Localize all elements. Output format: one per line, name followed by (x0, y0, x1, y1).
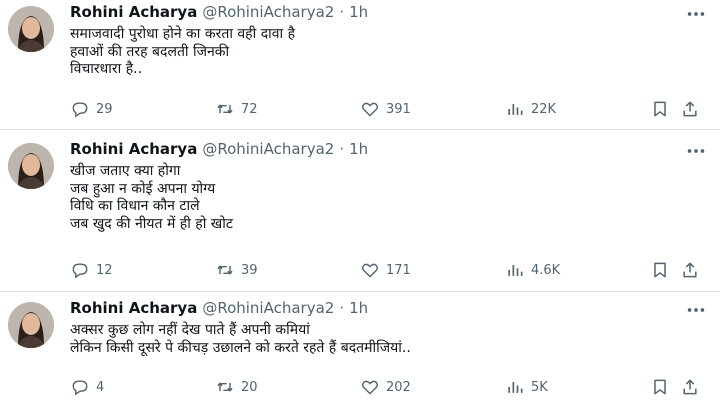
share-button[interactable] (680, 374, 700, 400)
author-name[interactable]: Rohini Acharya (70, 140, 197, 158)
tweet-text-line: जब हुआ न कोई अपना योग्य (70, 180, 216, 197)
separator-dot: · (339, 299, 345, 317)
views-icon (508, 104, 523, 115)
like-icon (362, 263, 378, 278)
retweet-button[interactable]: 20 (215, 374, 258, 400)
author-handle[interactable]: @RohiniAcharya2 (202, 140, 334, 158)
reply-button[interactable]: 29 (70, 96, 113, 122)
views-count: 5K (531, 379, 548, 395)
timestamp[interactable]: 1h (349, 140, 368, 158)
bookmark-icon (654, 101, 666, 117)
more-options-button[interactable] (682, 299, 710, 321)
tweet-actions: 4 20 202 5K (70, 374, 720, 400)
tweet-actions: 29 72 391 22K (70, 96, 720, 122)
avatar[interactable] (8, 302, 54, 348)
retweet-count: 72 (241, 101, 258, 117)
tweet[interactable]: Rohini Acharya @RohiniAcharya2 · 1h अक्स… (0, 296, 720, 404)
separator-dot: · (339, 3, 345, 21)
views-button[interactable]: 22K (505, 96, 556, 122)
reply-icon (72, 380, 88, 396)
like-count: 391 (386, 101, 411, 117)
bookmark-button[interactable] (650, 257, 670, 283)
timestamp[interactable]: 1h (349, 3, 368, 21)
bookmark-button[interactable] (650, 374, 670, 400)
reply-count: 4 (96, 379, 105, 395)
reply-icon (72, 102, 88, 118)
tweet[interactable]: Rohini Acharya @RohiniAcharya2 · 1h खीज … (0, 137, 720, 292)
bookmark-icon (654, 379, 666, 395)
more-options-button[interactable] (682, 3, 710, 25)
like-count: 202 (386, 379, 411, 395)
bookmark-button[interactable] (650, 96, 670, 122)
views-count: 4.6K (531, 262, 561, 278)
more-icon (687, 149, 705, 153)
like-icon (362, 102, 378, 117)
separator-dot: · (339, 140, 345, 158)
tweet-text: अक्सर कुछ लोग नहीं देख पाते हैं अपनी कमि… (70, 322, 411, 357)
tweet-actions: 12 39 171 4.6K (70, 257, 720, 283)
avatar[interactable] (8, 6, 54, 52)
retweet-count: 39 (241, 262, 258, 278)
reply-count: 12 (96, 262, 113, 278)
views-count: 22K (531, 101, 557, 117)
tweet-text-line: लेकिन किसी दूसरे पे कीचड़ उछालने को करते… (70, 339, 411, 356)
retweet-button[interactable]: 39 (215, 257, 258, 283)
like-count: 171 (386, 262, 411, 278)
tweet-text: खीज जताए क्या होगा जब हुआ न कोई अपना योग… (70, 163, 233, 233)
reply-button[interactable]: 12 (70, 257, 113, 283)
like-button[interactable]: 171 (360, 257, 411, 283)
like-button[interactable]: 391 (360, 96, 411, 122)
author-handle[interactable]: @RohiniAcharya2 (202, 3, 334, 21)
like-icon (362, 380, 378, 395)
share-icon (683, 101, 697, 117)
views-icon (508, 382, 523, 393)
tweet-text-line: हवाओं की तरह बदलती जिनकी (70, 43, 230, 60)
tweet-text-line: खीज जताए क्या होगा (70, 163, 181, 179)
more-icon (687, 308, 705, 312)
avatar[interactable] (8, 143, 54, 189)
share-icon (683, 262, 697, 278)
tweet-text-line: जब खुद की नीयत में ही हो खोट (70, 215, 233, 232)
author-name[interactable]: Rohini Acharya (70, 299, 197, 317)
retweet-count: 20 (241, 379, 258, 395)
timestamp[interactable]: 1h (349, 299, 368, 317)
tweet-text-line: अक्सर कुछ लोग नहीं देख पाते हैं अपनी कमि… (70, 322, 310, 338)
bookmark-icon (654, 262, 666, 278)
author-handle[interactable]: @RohiniAcharya2 (202, 299, 334, 317)
reply-icon (72, 263, 88, 279)
author-name[interactable]: Rohini Acharya (70, 3, 197, 21)
tweet-text-line: विचारधारा है.. (70, 61, 143, 77)
tweet-text: समाजवादी पुरोधा होने का करता वही दावा है… (70, 26, 295, 79)
more-icon (687, 12, 705, 16)
share-button[interactable] (680, 96, 700, 122)
tweet[interactable]: Rohini Acharya @RohiniAcharya2 · 1h समाज… (0, 0, 720, 130)
share-button[interactable] (680, 257, 700, 283)
share-icon (683, 379, 697, 395)
retweet-icon (217, 104, 233, 114)
reply-button[interactable]: 4 (70, 374, 104, 400)
like-button[interactable]: 202 (360, 374, 411, 400)
retweet-icon (217, 265, 233, 275)
reply-count: 29 (96, 101, 113, 117)
retweet-button[interactable]: 72 (215, 96, 258, 122)
views-button[interactable]: 5K (505, 374, 548, 400)
tweet-text-line: विधि का विधान कौन टाले (70, 198, 200, 214)
views-icon (508, 265, 523, 276)
retweet-icon (217, 382, 233, 392)
tweet-text-line: समाजवादी पुरोधा होने का करता वही दावा है (70, 26, 296, 42)
more-options-button[interactable] (682, 140, 710, 162)
views-button[interactable]: 4.6K (505, 257, 560, 283)
